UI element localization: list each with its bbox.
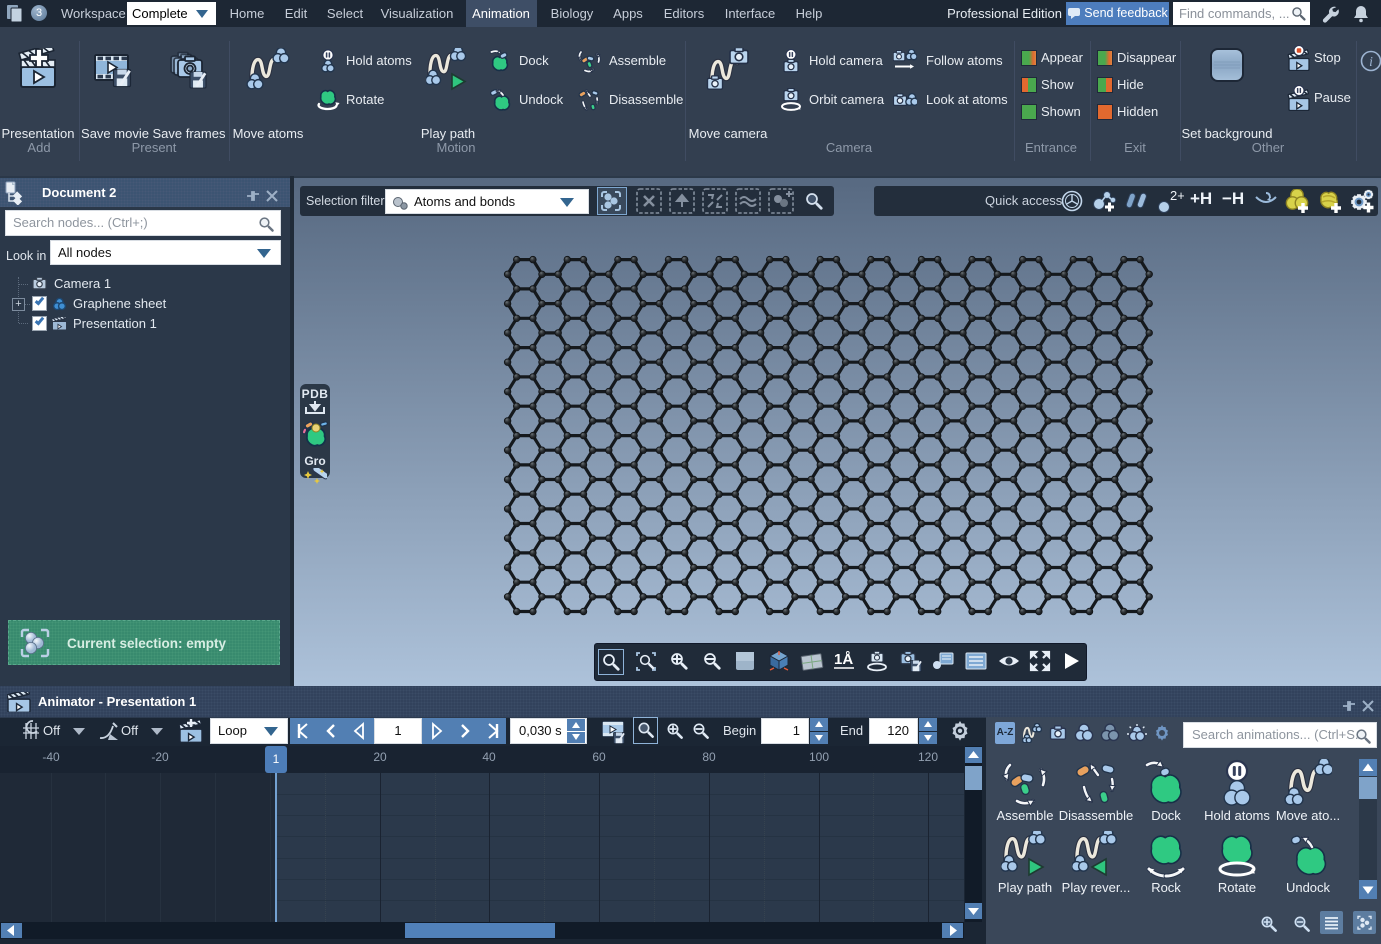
- svg-text:2+: 2+: [1170, 189, 1184, 203]
- svg-text:1Å: 1Å: [834, 651, 853, 668]
- svg-text:i: i: [1369, 54, 1373, 69]
